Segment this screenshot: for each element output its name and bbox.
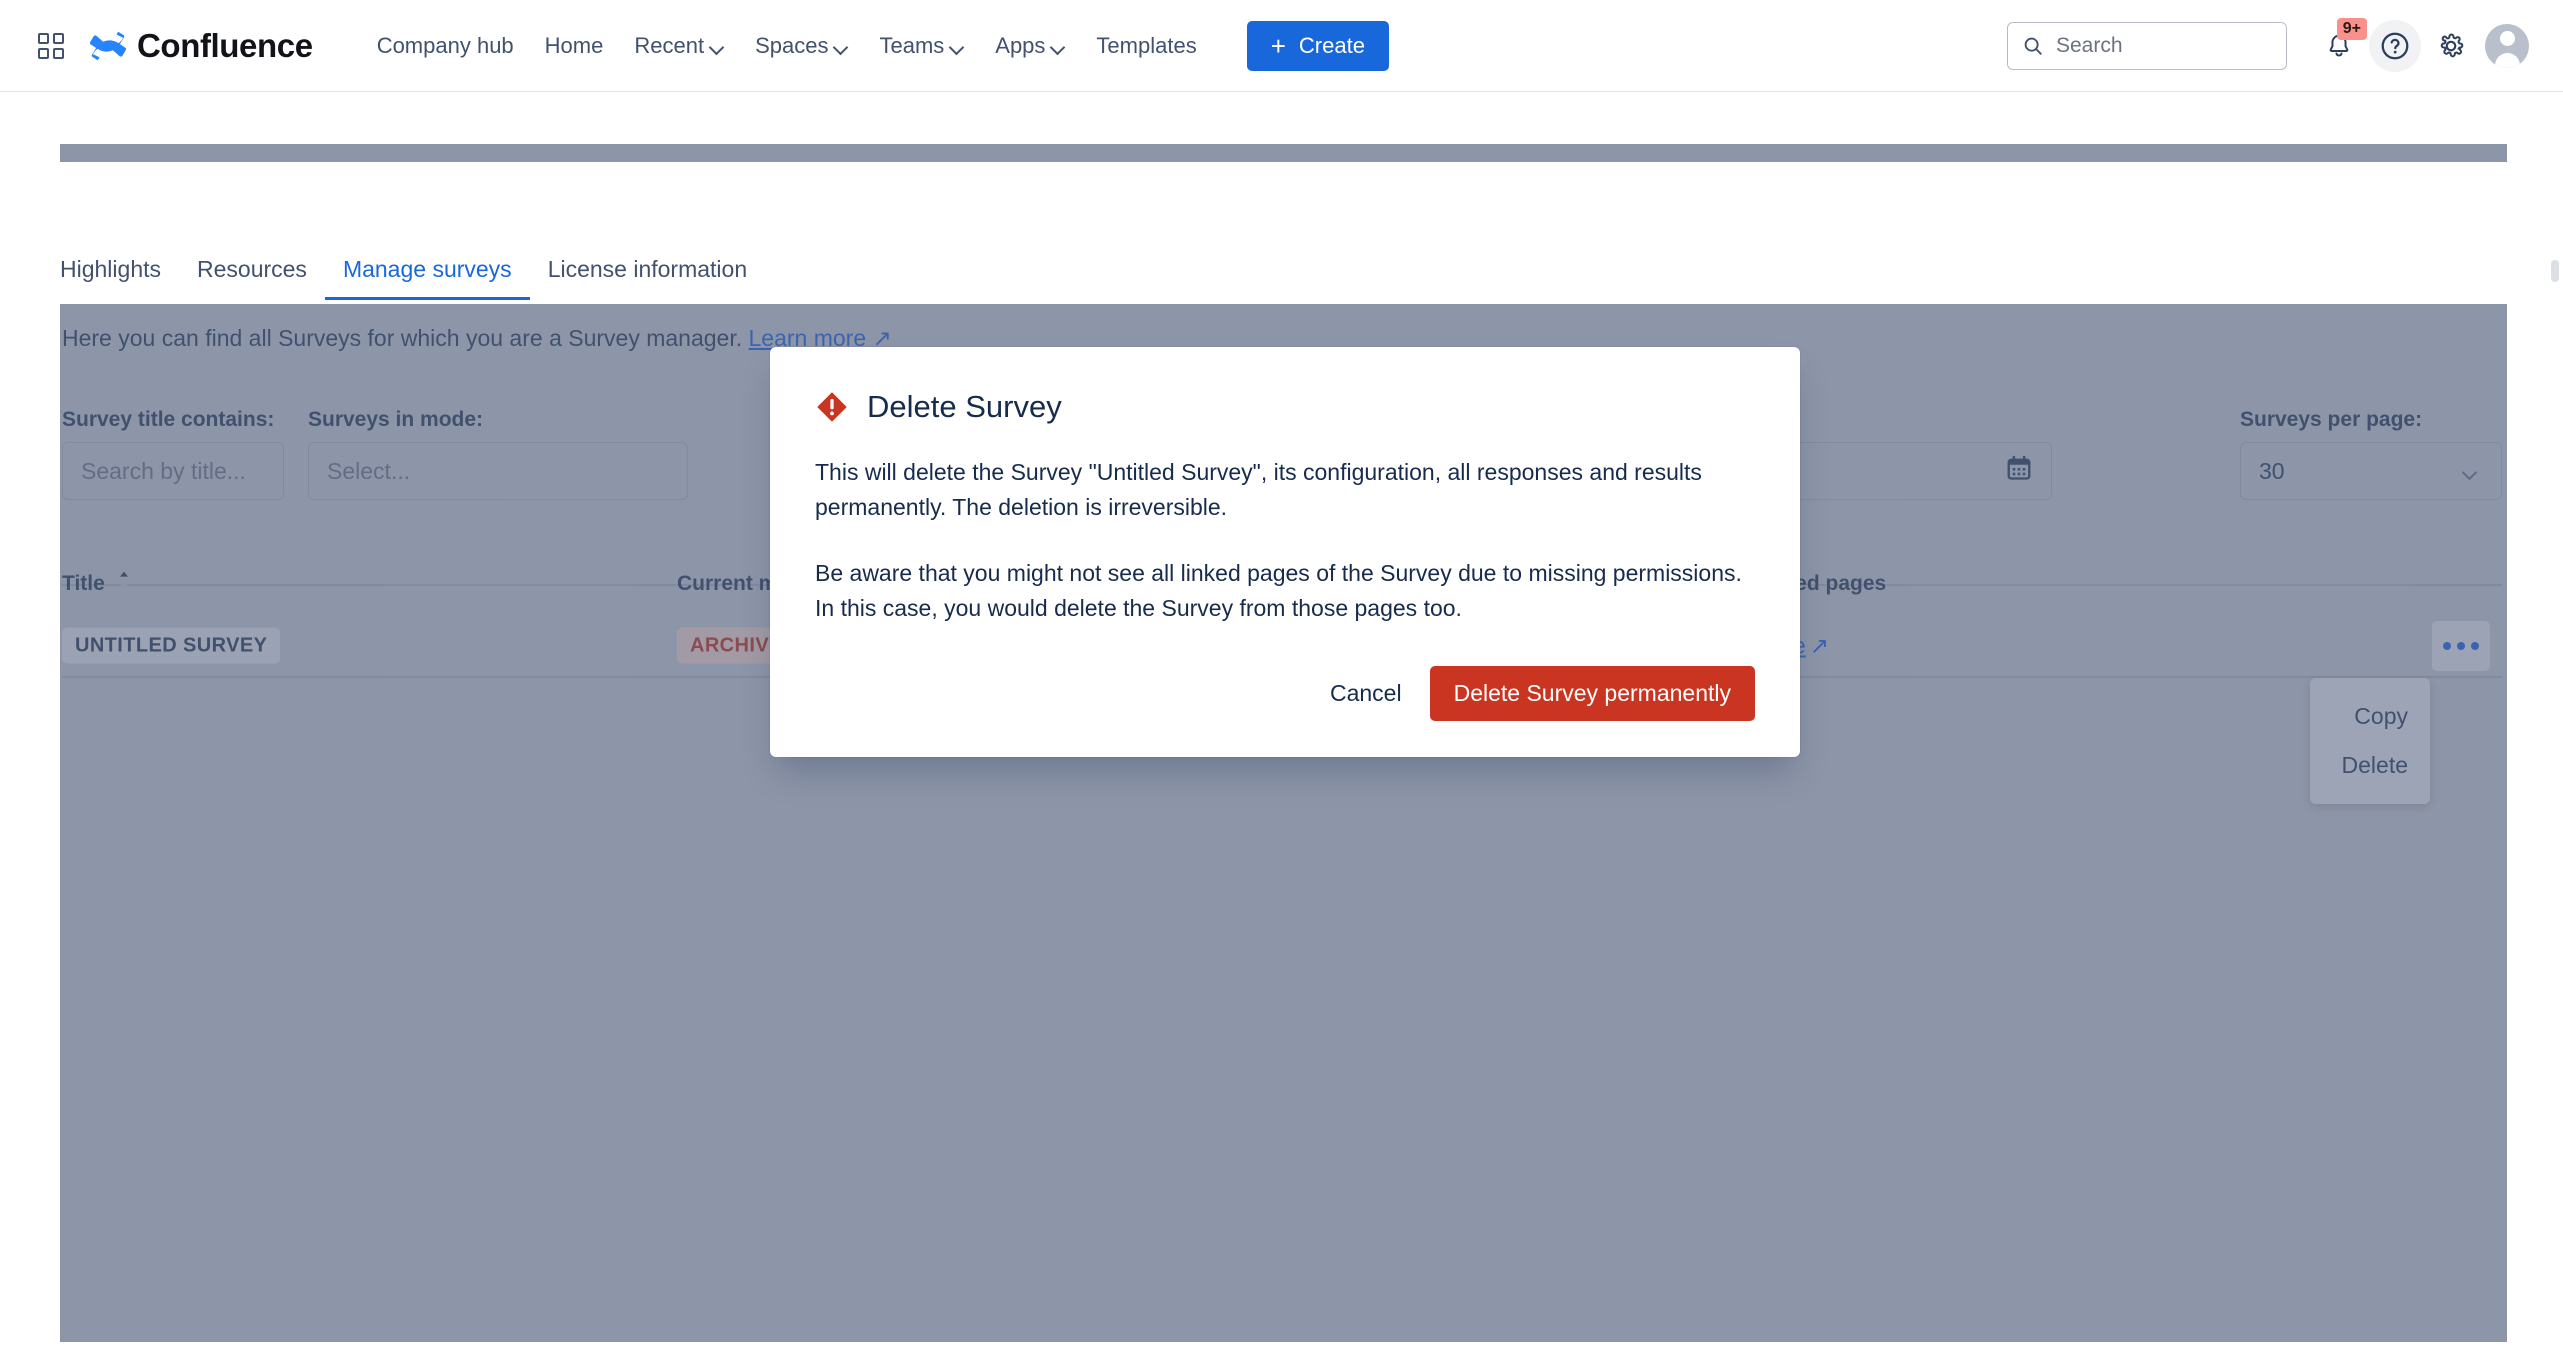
per-page-label: Surveys per page:	[2240, 408, 2502, 432]
survey-title-input[interactable]: Search by title...	[62, 442, 284, 500]
nav-label: Recent	[634, 33, 704, 59]
tab-manage-surveys[interactable]: Manage surveys	[325, 256, 530, 300]
surveys-mode-select[interactable]: Select...	[308, 442, 688, 500]
help-button[interactable]	[2369, 20, 2421, 72]
notification-badge: 9+	[2337, 18, 2367, 40]
tab-label: License information	[548, 256, 747, 282]
chevron-down-icon	[951, 42, 964, 50]
row-actions-button[interactable]	[2432, 621, 2490, 671]
app-switcher-icon[interactable]	[34, 29, 68, 63]
column-header-title[interactable]: Title	[62, 572, 130, 596]
row-actions-menu: Copy Delete	[2310, 678, 2430, 804]
filter-survey-title: Survey title contains: Search by title..…	[62, 408, 284, 500]
nav-label: Spaces	[755, 33, 828, 59]
nav-item-teams[interactable]: Teams	[865, 23, 978, 69]
global-navigation-bar: Confluence Company hub Home Recent Space…	[0, 0, 2563, 92]
modal-title: Delete Survey	[867, 389, 1062, 425]
notifications-button[interactable]: 9+	[2313, 20, 2365, 72]
section-tabs: Highlights Resources Manage surveys Lice…	[60, 256, 765, 300]
delete-survey-permanently-button[interactable]: Delete Survey permanently	[1430, 666, 1755, 721]
nav-label: Templates	[1096, 33, 1196, 59]
create-button-label: Create	[1299, 33, 1365, 59]
surveys-mode-placeholder: Select...	[327, 458, 410, 485]
nav-item-apps[interactable]: Apps	[981, 23, 1079, 69]
menu-item-copy[interactable]: Copy	[2310, 692, 2430, 741]
help-icon	[2379, 30, 2411, 62]
nav-label: Teams	[879, 33, 944, 59]
calendar-icon	[2005, 454, 2033, 488]
modal-paragraph-1: This will delete the Survey "Untitled Su…	[815, 455, 1755, 524]
filter-surveys-per-page: Surveys per page: 30	[2240, 408, 2502, 500]
chevron-down-icon	[835, 42, 848, 50]
per-page-value: 30	[2259, 458, 2285, 485]
delete-survey-modal: Delete Survey This will delete the Surve…	[770, 347, 1800, 757]
panel-description-text: Here you can find all Surveys for which …	[62, 325, 742, 351]
nav-label: Company hub	[377, 33, 514, 59]
cancel-button[interactable]: Cancel	[1312, 668, 1420, 719]
primary-nav: Company hub Home Recent Spaces Teams App…	[363, 23, 1211, 69]
plus-icon: +	[1271, 33, 1286, 59]
confluence-mark-icon	[90, 28, 126, 64]
nav-item-company-hub[interactable]: Company hub	[363, 23, 528, 69]
tab-highlights[interactable]: Highlights	[60, 256, 179, 300]
modal-header: Delete Survey	[815, 389, 1755, 425]
nav-item-home[interactable]: Home	[531, 23, 618, 69]
tab-label: Manage surveys	[343, 256, 512, 282]
menu-item-delete[interactable]: Delete	[2310, 741, 2430, 790]
nav-right-cluster: Search 9+	[2007, 20, 2533, 72]
survey-title-chip[interactable]: UNTITLED SURVEY	[62, 628, 280, 664]
settings-button[interactable]	[2425, 20, 2477, 72]
nav-item-recent[interactable]: Recent	[620, 23, 738, 69]
warning-diamond-icon	[815, 390, 849, 424]
panel-description: Here you can find all Surveys for which …	[62, 325, 892, 352]
search-placeholder: Search	[2056, 34, 2123, 58]
confluence-logo[interactable]: Confluence	[90, 27, 313, 65]
tab-label: Highlights	[60, 256, 161, 282]
filter-surveys-in-mode: Surveys in mode: Select...	[308, 408, 688, 500]
modal-footer: Cancel Delete Survey permanently	[1312, 666, 1755, 721]
content-top-strip	[60, 144, 2507, 162]
search-icon	[2022, 35, 2044, 57]
chevron-down-icon	[711, 42, 724, 50]
tab-resources[interactable]: Resources	[179, 256, 325, 300]
nav-item-spaces[interactable]: Spaces	[741, 23, 862, 69]
external-link-icon: ↗	[1810, 633, 1829, 660]
filter-label: Surveys in mode:	[308, 408, 688, 432]
gear-icon	[2436, 31, 2466, 61]
nav-label: Apps	[995, 33, 1045, 59]
nav-label: Home	[545, 33, 604, 59]
survey-title-placeholder: Search by title...	[81, 458, 246, 485]
vertical-scrollbar[interactable]	[2551, 260, 2559, 282]
create-button[interactable]: + Create	[1247, 21, 1389, 71]
page-body: Highlights Resources Manage surveys Lice…	[0, 92, 2563, 1352]
tab-license-information[interactable]: License information	[530, 256, 765, 300]
tab-label: Resources	[197, 256, 307, 282]
brand-title: Confluence	[137, 27, 313, 65]
chevron-down-icon	[2464, 467, 2477, 475]
modal-paragraph-2: Be aware that you might not see all link…	[815, 556, 1755, 625]
grid-apps-icon	[38, 33, 64, 59]
avatar	[2485, 24, 2529, 68]
chevron-down-icon	[1052, 42, 1065, 50]
nav-item-templates[interactable]: Templates	[1082, 23, 1210, 69]
sort-icon	[118, 571, 130, 595]
surveys-per-page-select[interactable]: 30	[2240, 442, 2502, 500]
user-avatar-button[interactable]	[2481, 20, 2533, 72]
search-input[interactable]: Search	[2007, 22, 2287, 70]
filter-label: Survey title contains:	[62, 408, 284, 432]
